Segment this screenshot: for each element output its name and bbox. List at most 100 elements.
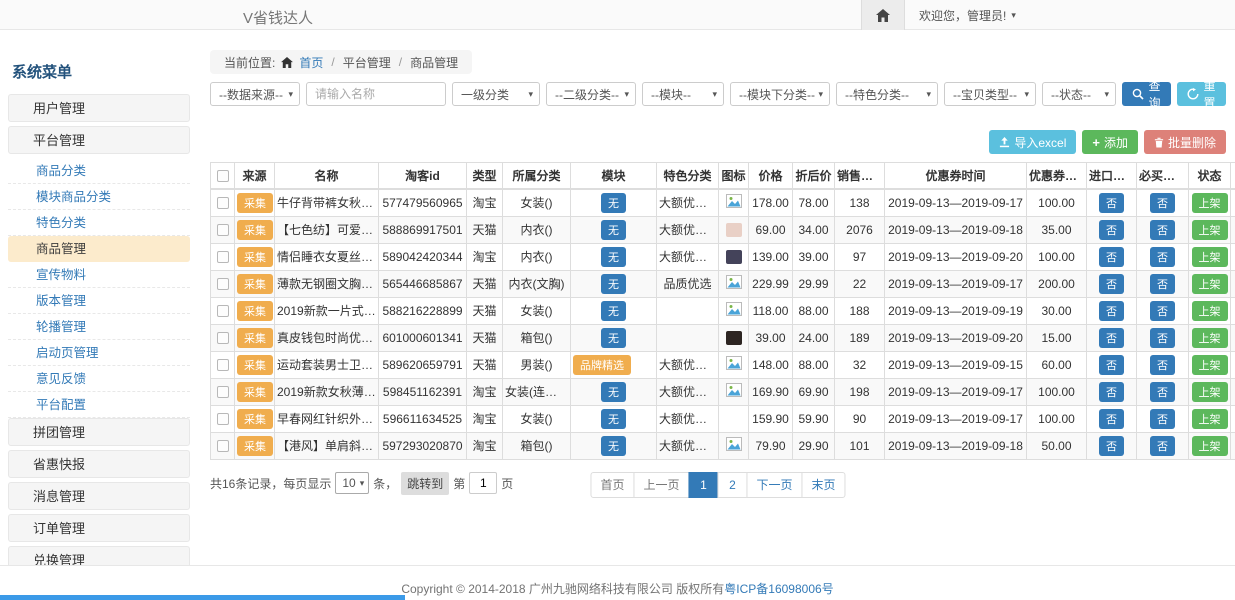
import-excel-button[interactable]: 导入excel [989, 130, 1076, 154]
import-select-toggle[interactable]: 否 [1099, 409, 1124, 429]
products-table: 来源名称淘客id类型所属分类模块特色分类图标价格折后价销售数量优惠券时间优惠券金… [210, 162, 1235, 460]
status-toggle[interactable]: 上架 [1192, 220, 1228, 240]
search-button[interactable]: 查询 [1122, 82, 1171, 106]
filter-select[interactable]: --模块--▾ [642, 82, 724, 106]
filter-select[interactable]: --特色分类--▾ [836, 82, 938, 106]
row-checkbox[interactable] [217, 278, 229, 290]
page-button[interactable]: 2 [718, 472, 748, 498]
import-select-toggle[interactable]: 否 [1099, 220, 1124, 240]
status-toggle[interactable]: 上架 [1192, 409, 1228, 429]
home-button[interactable] [861, 0, 905, 30]
must-buy-toggle[interactable]: 否 [1150, 328, 1175, 348]
status-toggle[interactable]: 上架 [1192, 355, 1228, 375]
sidebar-item-sub[interactable]: 意见反馈 [8, 366, 190, 392]
reset-button[interactable]: 重置 [1177, 82, 1226, 106]
sidebar-item-sub[interactable]: 轮播管理 [8, 314, 190, 340]
row-checkbox[interactable] [217, 413, 229, 425]
filter-select-value: --特色分类-- [845, 86, 909, 103]
sidebar-item-sub[interactable]: 商品管理 [8, 236, 190, 262]
page-button[interactable]: 下一页 [747, 472, 803, 498]
page-number-input[interactable] [469, 472, 497, 494]
sidebar-item-group[interactable]: 平台管理 [8, 126, 190, 154]
page-button[interactable]: 末页 [802, 472, 846, 498]
must-buy-toggle[interactable]: 否 [1150, 274, 1175, 294]
must-buy-toggle[interactable]: 否 [1150, 247, 1175, 267]
coupon-amount-cell: 30.00 [1027, 297, 1087, 324]
module-badge[interactable]: 无 [601, 274, 626, 294]
status-toggle[interactable]: 上架 [1192, 247, 1228, 267]
import-select-toggle[interactable]: 否 [1099, 382, 1124, 402]
breadcrumb-home-link[interactable]: 首页 [299, 54, 323, 71]
module-badge[interactable]: 品牌精选 [573, 355, 631, 375]
coupon-time-cell: 2019-09-13—2019-09-17 [885, 270, 1027, 297]
page-button[interactable]: 1 [689, 472, 719, 498]
row-checkbox[interactable] [217, 197, 229, 209]
icp-link[interactable]: 粤ICP备16098006号 [724, 582, 833, 596]
row-checkbox[interactable] [217, 332, 229, 344]
horizontal-scrollbar[interactable] [0, 595, 405, 600]
status-toggle[interactable]: 上架 [1192, 382, 1228, 402]
status-toggle[interactable]: 上架 [1192, 193, 1228, 213]
import-select-toggle[interactable]: 否 [1099, 436, 1124, 456]
sidebar-item-sub[interactable]: 版本管理 [8, 288, 190, 314]
row-checkbox[interactable] [217, 359, 229, 371]
import-select-toggle[interactable]: 否 [1099, 301, 1124, 321]
per-page-select[interactable]: 10 ▾ [335, 472, 369, 494]
row-checkbox[interactable] [217, 386, 229, 398]
filter-select[interactable]: --数据来源--▾ [210, 82, 300, 106]
filter-select[interactable]: --二级分类--▾ [546, 82, 636, 106]
sidebar-item-sub[interactable]: 商品分类 [8, 158, 190, 184]
module-badge[interactable]: 无 [601, 301, 626, 321]
must-buy-toggle[interactable]: 否 [1150, 436, 1175, 456]
must-buy-toggle[interactable]: 否 [1150, 409, 1175, 429]
sidebar-item-group[interactable]: 拼团管理 [8, 418, 190, 446]
import-select-toggle[interactable]: 否 [1099, 193, 1124, 213]
must-buy-toggle[interactable]: 否 [1150, 220, 1175, 240]
sidebar-item-sub[interactable]: 模块商品分类 [8, 184, 190, 210]
row-checkbox[interactable] [217, 251, 229, 263]
module-badge[interactable]: 无 [601, 220, 626, 240]
filter-select[interactable]: --宝贝类型--▾ [944, 82, 1036, 106]
status-toggle[interactable]: 上架 [1192, 436, 1228, 456]
add-button[interactable]: + 添加 [1082, 130, 1138, 154]
import-select-toggle[interactable]: 否 [1099, 274, 1124, 294]
sidebar-item-group[interactable]: 省惠快报 [8, 450, 190, 478]
bulk-delete-button[interactable]: 批量删除 [1144, 130, 1226, 154]
user-menu[interactable]: 欢迎您，管理员! ▾ [905, 7, 1235, 24]
jump-button[interactable]: 跳转到 [401, 472, 449, 495]
must-buy-toggle[interactable]: 否 [1150, 193, 1175, 213]
module-badge[interactable]: 无 [601, 247, 626, 267]
module-badge[interactable]: 无 [601, 382, 626, 402]
select-all-checkbox[interactable] [217, 170, 229, 182]
row-checkbox[interactable] [217, 224, 229, 236]
sidebar-item-sub[interactable]: 平台配置 [8, 392, 190, 418]
module-badge[interactable]: 无 [601, 436, 626, 456]
filter-select[interactable]: --状态--▾ [1042, 82, 1116, 106]
sidebar-item-sub[interactable]: 宣传物料 [8, 262, 190, 288]
status-toggle[interactable]: 上架 [1192, 301, 1228, 321]
must-buy-toggle[interactable]: 否 [1150, 355, 1175, 375]
sidebar-item-group[interactable]: 订单管理 [8, 514, 190, 542]
must-buy-toggle[interactable]: 否 [1150, 301, 1175, 321]
row-checkbox[interactable] [217, 440, 229, 452]
module-badge[interactable]: 无 [601, 409, 626, 429]
sidebar-item-sub[interactable]: 启动页管理 [8, 340, 190, 366]
sidebar-item-sub[interactable]: 特色分类 [8, 210, 190, 236]
module-badge[interactable]: 无 [601, 328, 626, 348]
must-buy-toggle[interactable]: 否 [1150, 382, 1175, 402]
sidebar-item-group[interactable]: 兑换管理 [8, 546, 190, 565]
import-select-toggle[interactable]: 否 [1099, 355, 1124, 375]
import-select-toggle[interactable]: 否 [1099, 247, 1124, 267]
page-button[interactable]: 上一页 [633, 472, 689, 498]
status-toggle[interactable]: 上架 [1192, 328, 1228, 348]
import-select-toggle[interactable]: 否 [1099, 328, 1124, 348]
row-checkbox[interactable] [217, 305, 229, 317]
name-search-input[interactable] [306, 82, 446, 106]
filter-select[interactable]: 一级分类▾ [452, 82, 540, 106]
sidebar-item-group[interactable]: 用户管理 [8, 94, 190, 122]
status-toggle[interactable]: 上架 [1192, 274, 1228, 294]
filter-select[interactable]: --模块下分类--▾ [730, 82, 830, 106]
module-badge[interactable]: 无 [601, 193, 626, 213]
sidebar-item-group[interactable]: 消息管理 [8, 482, 190, 510]
page-button[interactable]: 首页 [590, 472, 634, 498]
